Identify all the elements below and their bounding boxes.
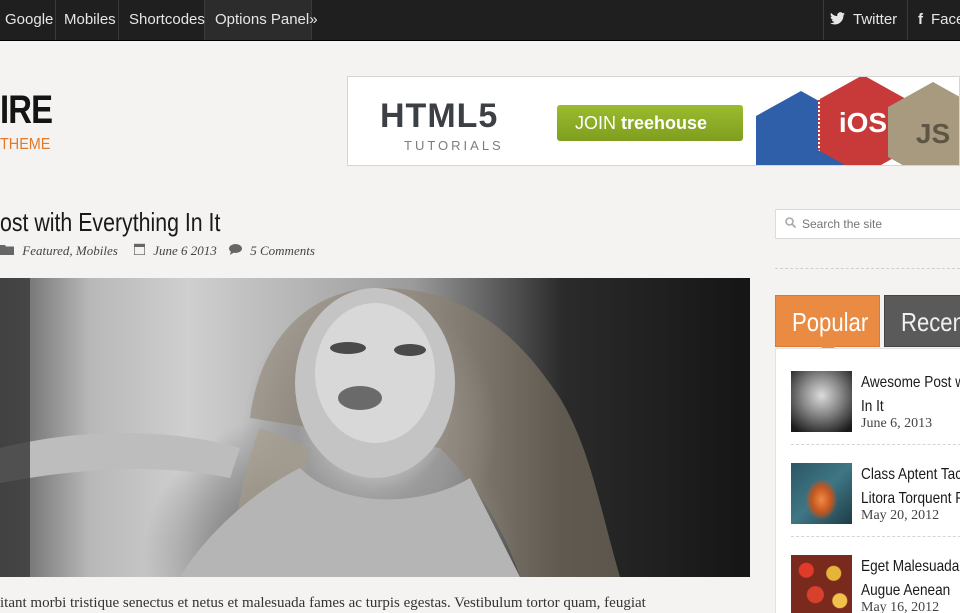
popular-post-title[interactable]: Class Aptent Tac Litora Torquent P — [861, 463, 960, 511]
twitter-icon — [830, 0, 845, 40]
calendar-icon — [133, 243, 148, 258]
post-thumbnail[interactable] — [791, 555, 852, 613]
popular-post-date: May 20, 2012 — [861, 508, 940, 523]
join-treehouse-button[interactable]: JOIN treehouse — [557, 105, 743, 141]
popular-post-date: June 6, 2013 — [861, 416, 933, 431]
nav-item-label: Google — [5, 11, 54, 28]
popular-post-title[interactable]: Eget Malesuada Augue Aenean — [861, 555, 960, 603]
search-box — [775, 209, 960, 239]
cta-brand: treehouse — [621, 113, 708, 133]
popular-posts-list: Awesome Post w In It June 6, 2013 Class … — [775, 348, 960, 613]
banner-ad[interactable]: HTML5 TUTORIALS JOIN treehouse iOS JS — [347, 76, 960, 166]
popular-post-title[interactable]: Awesome Post w In It — [861, 371, 960, 419]
comments-count: 5 Comments — [250, 243, 315, 258]
js-badge-icon: JS — [888, 82, 959, 165]
top-navigation-bar: Google Mobiles Shortcodes Options Panel»… — [0, 0, 960, 41]
search-icon — [785, 217, 797, 231]
category-links[interactable]: Featured, Mobiles — [22, 243, 118, 258]
comment-icon — [229, 243, 245, 258]
nav-item-label: Mobiles — [64, 11, 116, 28]
chevron-right-icon: » — [309, 11, 318, 28]
featured-image[interactable] — [0, 278, 750, 577]
site-tagline: THEME — [0, 136, 51, 153]
banner-subline: TUTORIALS — [404, 138, 504, 153]
social-label: Twitter — [853, 11, 898, 28]
list-item[interactable]: Class Aptent Tac Litora Torquent P May 2… — [791, 463, 960, 533]
tab-label: Recen — [901, 307, 960, 337]
nav-item-mobiles[interactable]: Mobiles — [56, 0, 119, 40]
tab-label: Popular — [792, 307, 869, 337]
post-comments[interactable]: 5 Comments — [229, 243, 315, 259]
site-logo[interactable]: IRE — [0, 88, 53, 133]
sidebar-divider — [775, 268, 960, 269]
list-item[interactable]: Awesome Post w In It June 6, 2013 — [791, 371, 960, 441]
nav-item-label: Options Panel — [215, 11, 310, 28]
popular-post-date: May 16, 2012 — [861, 600, 940, 613]
social-label: Faceb — [931, 11, 960, 28]
banner-headline: HTML5 — [380, 97, 499, 135]
post-thumbnail[interactable] — [791, 371, 852, 432]
post-categories: Featured, Mobiles — [0, 243, 118, 259]
post-date-text: June 6 2013 — [153, 243, 217, 258]
tab-popular[interactable]: Popular — [775, 295, 880, 354]
post-date: June 6 2013 — [133, 243, 217, 259]
post-thumbnail[interactable] — [791, 463, 852, 524]
folder-icon — [0, 243, 17, 258]
nav-item-label: Shortcodes — [129, 11, 205, 28]
search-input[interactable] — [802, 214, 960, 234]
nav-item-options-panel[interactable]: Options Panel» — [205, 0, 318, 40]
tab-recent[interactable]: Recen — [884, 295, 960, 347]
post-excerpt: itant morbi tristique senectus et netus … — [0, 595, 646, 611]
nav-item-google[interactable]: Google — [0, 0, 56, 40]
list-separator — [791, 536, 960, 537]
cta-prefix: JOIN — [575, 113, 617, 133]
list-item[interactable]: Eget Malesuada Augue Aenean May 16, 2012 — [791, 555, 960, 613]
social-link-twitter[interactable]: Twitter — [823, 0, 907, 40]
nav-item-shortcodes[interactable]: Shortcodes — [119, 0, 205, 40]
social-link-facebook[interactable]: f Faceb — [907, 0, 960, 40]
list-separator — [791, 444, 960, 445]
post-title[interactable]: ost with Everything In It — [0, 207, 220, 238]
facebook-icon: f — [918, 11, 923, 28]
